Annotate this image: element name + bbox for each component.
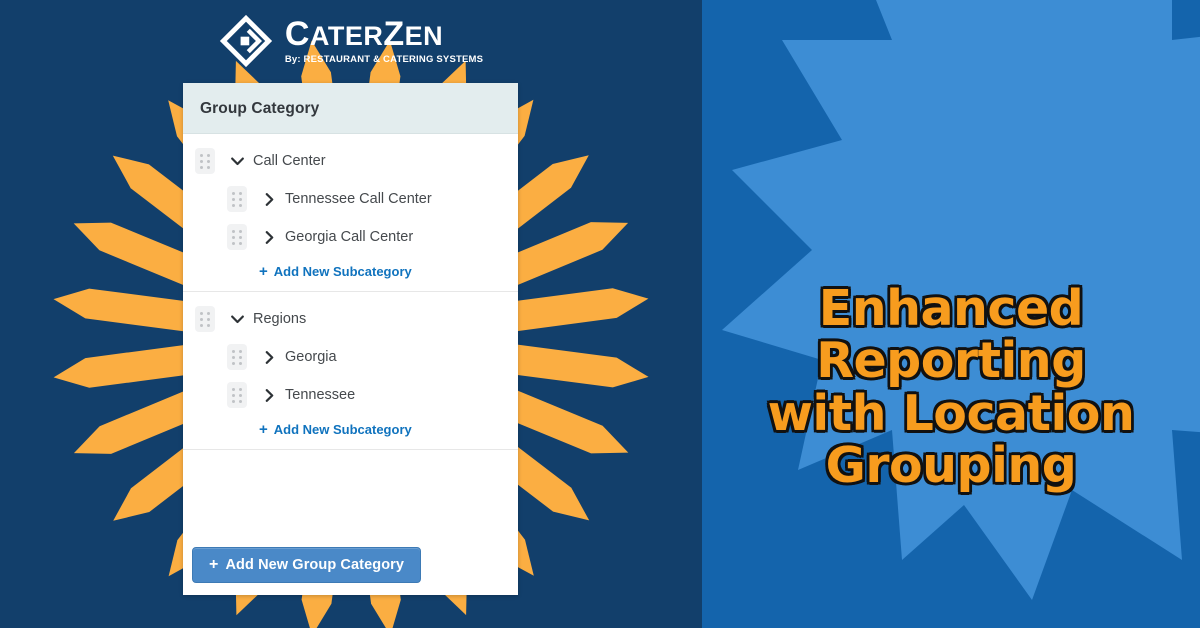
- drag-handle-icon[interactable]: [227, 186, 247, 212]
- plus-icon: +: [259, 421, 268, 438]
- drag-handle-icon[interactable]: [227, 224, 247, 250]
- headline-line-1: Enhanced: [817, 280, 1085, 337]
- brand-logo: C ATER Z EN By: RESTAURANT & CATERING SYSTE…: [0, 14, 702, 68]
- brand-name-ater: ATER: [309, 21, 384, 51]
- left-panel: C ATER Z EN By: RESTAURANT & CATERING SYSTE…: [0, 0, 702, 628]
- drag-handle-icon[interactable]: [195, 148, 215, 174]
- drag-handle-icon[interactable]: [227, 344, 247, 370]
- group-row-call-center[interactable]: Call Center: [183, 142, 518, 180]
- brand-name-c: C: [284, 15, 310, 53]
- add-new-subcategory-link[interactable]: + Add New Subcategory: [183, 264, 518, 279]
- chevron-right-icon[interactable]: [259, 230, 279, 244]
- page-title: Group Category: [200, 100, 320, 117]
- drag-handle-icon[interactable]: [195, 306, 215, 332]
- card-footer: + Add New Group Category: [183, 537, 518, 595]
- subcategory-label: Georgia Call Center: [285, 229, 414, 245]
- group-block-regions: Regions Georgia Tennessee + Add New Subc…: [183, 292, 518, 450]
- brand-tagline: By: RESTAURANT & CATERING SYSTEMS: [284, 54, 484, 65]
- plus-icon: +: [259, 263, 268, 280]
- drag-handle-icon[interactable]: [227, 382, 247, 408]
- brand-name-z: Z: [383, 15, 405, 53]
- brand-wordmark: C ATER Z EN By: RESTAURANT & CATERING SYSTE…: [285, 17, 483, 65]
- subcategory-row-tennessee-call-center[interactable]: Tennessee Call Center: [183, 180, 518, 218]
- subcategory-label: Tennessee Call Center: [285, 191, 432, 207]
- headline-line-4: Grouping: [824, 437, 1078, 495]
- group-block-call-center: Call Center Tennessee Call Center Georgi…: [183, 134, 518, 292]
- chevron-right-icon[interactable]: [259, 350, 279, 364]
- group-category-card: Group Category Call Center Tennessee Cal…: [183, 83, 518, 595]
- add-new-group-category-label: Add New Group Category: [225, 557, 405, 573]
- chevron-down-icon[interactable]: [227, 157, 247, 166]
- chevron-right-icon[interactable]: [259, 192, 279, 206]
- group-label: Regions: [253, 311, 307, 327]
- add-new-group-category-button[interactable]: + Add New Group Category: [192, 547, 422, 583]
- plus-icon: +: [209, 556, 219, 573]
- brand-name-en: EN: [404, 21, 444, 51]
- chevron-right-icon[interactable]: [259, 388, 279, 402]
- group-list: Call Center Tennessee Call Center Georgi…: [183, 134, 518, 537]
- promo-headline: Enhanced Reporting with Location Groupin…: [712, 280, 1190, 495]
- card-header: Group Category: [183, 83, 518, 134]
- caterzen-diamond-logo-icon: [219, 14, 272, 68]
- headline-line-3: with Location: [766, 384, 1136, 442]
- add-new-subcategory-label: Add New Subcategory: [273, 422, 412, 437]
- add-new-subcategory-label: Add New Subcategory: [273, 264, 412, 279]
- group-label: Call Center: [253, 153, 326, 169]
- brand-name: C ATER Z EN: [285, 17, 443, 51]
- subcategory-label: Tennessee: [285, 387, 356, 403]
- group-row-regions[interactable]: Regions: [183, 300, 518, 338]
- subcategory-row-georgia[interactable]: Georgia: [183, 338, 518, 376]
- add-new-subcategory-link[interactable]: + Add New Subcategory: [183, 422, 518, 437]
- subcategory-label: Georgia: [285, 349, 337, 365]
- headline-line-2: Reporting: [815, 332, 1088, 390]
- promo-graphic: C ATER Z EN By: RESTAURANT & CATERING SYSTE…: [0, 0, 1200, 628]
- subcategory-row-georgia-call-center[interactable]: Georgia Call Center: [183, 218, 518, 256]
- subcategory-row-tennessee[interactable]: Tennessee: [183, 376, 518, 414]
- chevron-down-icon[interactable]: [227, 315, 247, 324]
